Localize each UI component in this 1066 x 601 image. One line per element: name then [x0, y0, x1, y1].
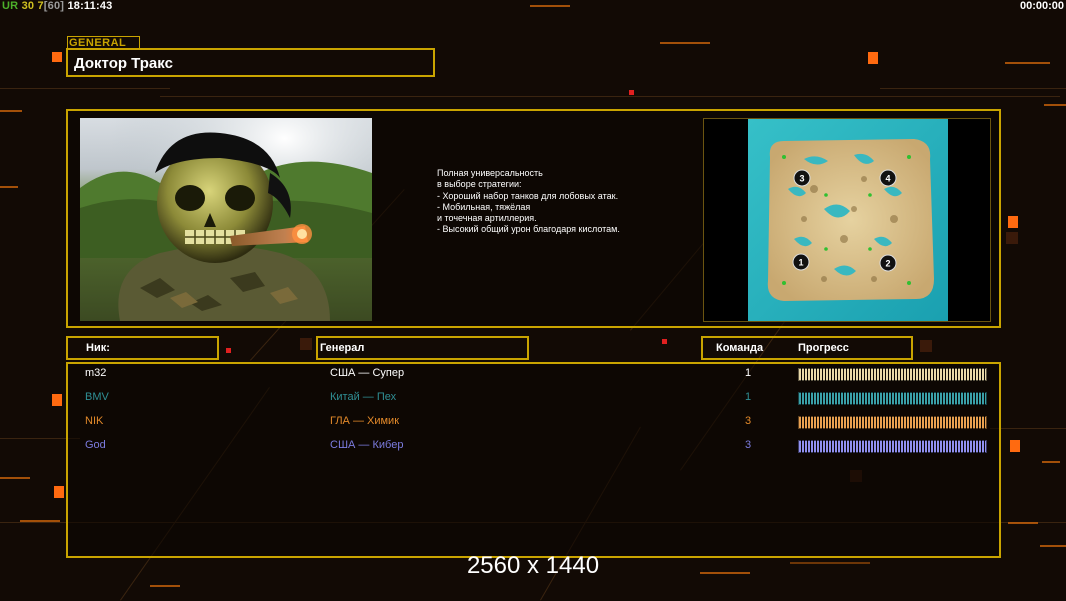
progress-bar — [798, 416, 987, 429]
general-name: Доктор Тракс — [66, 48, 435, 77]
player-row: NIK ГЛА — Химик 3 — [0, 415, 1066, 433]
header-team: Команда — [716, 342, 764, 354]
progress-bar — [798, 392, 987, 405]
player-nick: God — [85, 439, 106, 451]
description-line: - Высокий общий урон благодаря кислотам. — [437, 224, 620, 235]
clock: 18:11:43 — [67, 0, 113, 12]
player-nick: m32 — [85, 367, 107, 379]
player-team: 1 — [745, 367, 752, 379]
map-preview: 3 4 1 2 — [703, 118, 991, 322]
player-row: BMV Китай — Пех 1 — [0, 391, 1066, 409]
player-nick: BMV — [85, 391, 109, 403]
spawn-1: 1 — [798, 258, 803, 268]
description-line: - Мобильная, тяжёлая — [437, 201, 531, 212]
player-general: США — Супер — [330, 367, 405, 379]
player-team: 3 — [745, 439, 752, 451]
description-line: Полная универсальность — [437, 168, 543, 178]
resolution-label: 2560 x 1440 — [466, 552, 600, 579]
spawn-3: 3 — [799, 174, 804, 184]
spawn-4: 4 — [885, 174, 890, 184]
player-general: Китай — Пех — [330, 391, 397, 403]
description-line: и точечная артиллерия. — [437, 213, 537, 224]
description-line: - Хороший набор танков для лобовых атак. — [437, 190, 619, 201]
general-description: Полная универсальность в выборе стратеги… — [437, 168, 620, 236]
fps-overlay: UR 30 7[60] 18:11:43 — [2, 0, 112, 12]
player-team: 3 — [745, 415, 752, 427]
player-nick: NIK — [85, 415, 104, 427]
description-line: в выборе стратегии: — [437, 179, 522, 190]
general-portrait — [80, 118, 372, 321]
player-row: m32 США — Супер 1 — [0, 367, 1066, 385]
fps-value: 30 — [21, 0, 35, 12]
progress-bar — [798, 368, 987, 381]
skull-soldier-icon — [80, 118, 372, 321]
ur-label: UR — [2, 0, 19, 12]
header-team-progress: Команда Прогресс — [701, 336, 913, 360]
header-progress: Прогресс — [798, 342, 849, 354]
player-row: God США — Кибер 3 — [0, 439, 1066, 457]
map-minimap: 3 4 1 2 — [704, 119, 990, 321]
header-nick: Ник: — [66, 336, 219, 360]
player-team: 1 — [745, 391, 752, 403]
progress-bar — [798, 440, 987, 453]
header-general: Генерал — [316, 336, 529, 360]
spawn-2: 2 — [885, 259, 890, 269]
fps-max: [60] — [43, 0, 65, 12]
player-general: ГЛА — Химик — [330, 415, 400, 427]
player-general: США — Кибер — [330, 439, 404, 451]
game-timer: 00:00:00 — [1019, 0, 1064, 12]
